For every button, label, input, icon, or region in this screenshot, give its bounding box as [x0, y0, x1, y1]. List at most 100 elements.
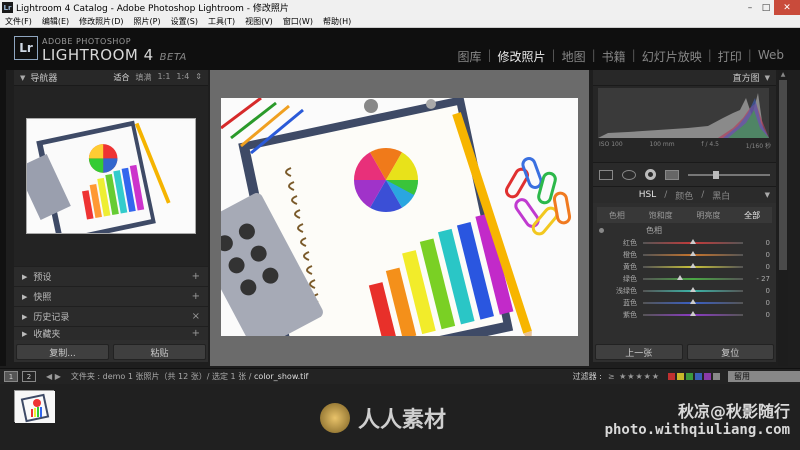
slider-track[interactable]: [643, 263, 743, 268]
hsl-panel-header[interactable]: HSL / 颜色 / 黑白 ▼: [593, 186, 776, 203]
spot-removal-icon[interactable]: [622, 169, 636, 180]
color-label-filter[interactable]: [668, 373, 720, 380]
add-preset-icon[interactable]: +: [192, 271, 200, 282]
filmstrip-thumbnail[interactable]: [14, 390, 55, 423]
hsl-slider-row[interactable]: 红色 0: [593, 237, 776, 249]
menu-photo[interactable]: 照片(P): [129, 16, 166, 27]
previous-button[interactable]: 上一张: [595, 344, 683, 360]
develop-canvas[interactable]: [210, 70, 589, 366]
slider-thumb[interactable]: [690, 251, 696, 256]
paste-settings-button[interactable]: 粘贴: [113, 344, 206, 360]
module-print[interactable]: 打印: [712, 48, 748, 65]
hsl-slider-row[interactable]: 蓝色 0: [593, 297, 776, 309]
slider-thumb[interactable]: [690, 287, 696, 292]
histogram-graph[interactable]: [598, 88, 769, 138]
clear-history-icon[interactable]: ×: [192, 311, 200, 322]
red-eye-icon[interactable]: [645, 169, 656, 180]
subtab-saturation[interactable]: 饱和度: [649, 210, 673, 221]
menu-file[interactable]: 文件(F): [0, 16, 37, 27]
slider-track[interactable]: [643, 287, 743, 292]
zoom-menu-icon[interactable]: ⇕: [195, 72, 202, 83]
hsl-slider-row[interactable]: 浅绿色 0: [593, 285, 776, 297]
right-panel-scrollbar[interactable]: ▲: [778, 70, 788, 366]
presets-panel-header[interactable]: ▶ 预设 +: [14, 266, 208, 286]
hsl-slider-row[interactable]: 紫色 0: [593, 309, 776, 321]
menu-view[interactable]: 视图(V): [240, 16, 278, 27]
module-map[interactable]: 地图: [556, 48, 592, 65]
color-label-swatch[interactable]: [686, 373, 693, 380]
close-button[interactable]: ✕: [774, 0, 800, 15]
color-label-swatch[interactable]: [668, 373, 675, 380]
menu-tools[interactable]: 工具(T): [203, 16, 240, 27]
primary-display-button[interactable]: 1: [4, 371, 18, 382]
subtab-hue[interactable]: 色相: [609, 210, 625, 221]
targeted-adjustment-icon[interactable]: [599, 227, 604, 233]
color-label-swatch[interactable]: [713, 373, 720, 380]
hsl-slider-row[interactable]: 黄色 0: [593, 261, 776, 273]
navigator-thumbnail[interactable]: [26, 118, 196, 234]
slider-thumb[interactable]: [690, 239, 696, 244]
copy-settings-button[interactable]: 复制...: [16, 344, 109, 360]
hsl-tab[interactable]: HSL: [639, 190, 657, 200]
history-label: 历史记录: [33, 313, 70, 323]
color-label-swatch[interactable]: [677, 373, 684, 380]
navigator-header[interactable]: ▼ 导航器 适合 填满 1:1 1:4 ⇕: [14, 70, 208, 86]
subtab-all[interactable]: 全部: [744, 210, 760, 221]
menu-settings[interactable]: 设置(S): [166, 16, 203, 27]
hsl-slider-row[interactable]: 橙色 0: [593, 249, 776, 261]
color-tab[interactable]: 颜色: [675, 189, 693, 202]
bw-tab[interactable]: 黑白: [712, 189, 730, 202]
module-web[interactable]: Web: [752, 48, 790, 65]
module-library[interactable]: 图库: [451, 48, 487, 65]
add-snapshot-icon[interactable]: +: [192, 291, 200, 302]
zoom-1-4[interactable]: 1:4: [176, 72, 189, 83]
slider-track[interactable]: [643, 299, 743, 304]
slider-thumb[interactable]: [690, 299, 696, 304]
slider-track[interactable]: [643, 275, 743, 280]
module-slideshow[interactable]: 幻灯片放映: [636, 48, 708, 65]
snapshots-panel-header[interactable]: ▶ 快照 +: [14, 286, 208, 306]
zoom-fit[interactable]: 适合: [114, 72, 130, 83]
menu-develop[interactable]: 修改照片(D): [74, 16, 128, 27]
history-panel-header[interactable]: ▶ 历史记录 ×: [14, 306, 208, 326]
reset-button[interactable]: 复位: [686, 344, 774, 360]
menu-help[interactable]: 帮助(H): [318, 16, 356, 27]
crop-tool-icon[interactable]: [599, 169, 613, 180]
menu-window[interactable]: 窗口(W): [278, 16, 318, 27]
source-breadcrumb[interactable]: 文件夹 : demo 1 张照片（共 12 张）/ 选定 1 张 / color…: [71, 371, 308, 382]
brush-slider[interactable]: [688, 170, 770, 179]
color-label-swatch[interactable]: [704, 373, 711, 380]
slider-track[interactable]: [643, 311, 743, 316]
slider-track[interactable]: [643, 239, 743, 244]
zoom-fill[interactable]: 填满: [136, 72, 152, 83]
main-photo[interactable]: [221, 98, 578, 336]
subtab-luminance[interactable]: 明亮度: [696, 210, 720, 221]
histogram-header[interactable]: 直方图 ▼: [593, 70, 776, 86]
zoom-1-1[interactable]: 1:1: [158, 72, 171, 83]
module-book[interactable]: 书籍: [596, 48, 632, 65]
filter-preset-select[interactable]: 留用: [728, 371, 800, 382]
navigator-preview[interactable]: [14, 86, 208, 266]
maximize-button[interactable]: □: [758, 0, 774, 15]
scroll-up-icon[interactable]: ▲: [778, 70, 788, 80]
slider-thumb[interactable]: [690, 263, 696, 268]
lr-logo-icon: Lr: [14, 36, 38, 60]
left-panel-edge[interactable]: [0, 70, 6, 366]
slider-track[interactable]: [643, 251, 743, 256]
graduated-filter-icon[interactable]: [665, 169, 679, 180]
hsl-slider-row[interactable]: 绿色 - 27: [593, 273, 776, 285]
minimize-button[interactable]: –: [742, 0, 758, 15]
rating-filter[interactable]: ≥ ★★★★★: [608, 372, 660, 381]
collections-panel-header[interactable]: ▶ 收藏夹 +: [14, 326, 208, 340]
color-label-swatch[interactable]: [695, 373, 702, 380]
menu-edit[interactable]: 编辑(E): [37, 16, 74, 27]
thumbnail-image: [15, 391, 55, 423]
add-collection-icon[interactable]: +: [192, 328, 200, 339]
scrollbar-thumb[interactable]: [779, 80, 787, 270]
module-develop[interactable]: 修改照片: [492, 48, 552, 65]
lightroom-app-icon: Lr: [2, 2, 13, 13]
slider-thumb[interactable]: [676, 275, 683, 280]
slider-thumb[interactable]: [690, 311, 696, 316]
secondary-display-button[interactable]: 2: [22, 371, 36, 382]
prev-next-arrows-icon[interactable]: ◀ ▶: [46, 372, 61, 381]
